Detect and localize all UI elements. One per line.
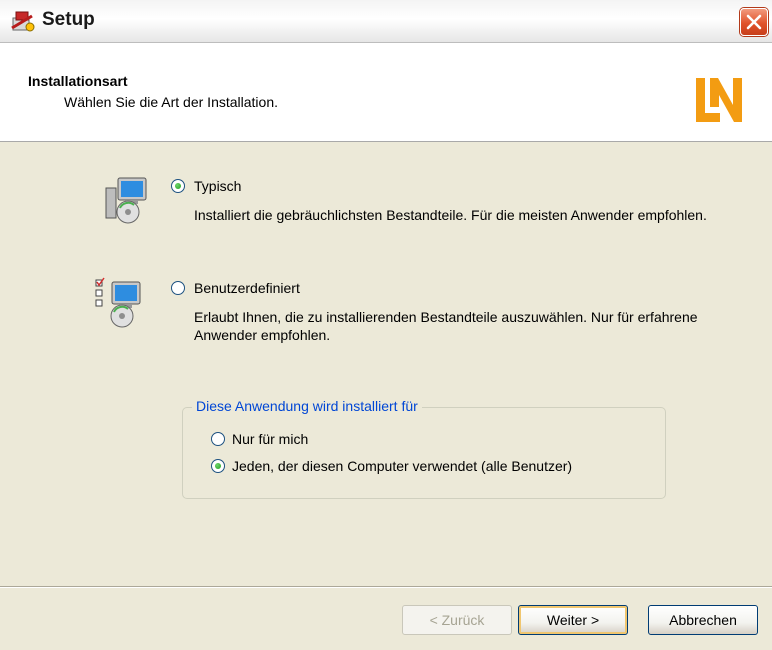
radio-selected-dot [175,183,181,189]
only-me-radio[interactable] [211,432,225,446]
dialog-header: Installationsart Wählen Sie die Art der … [0,43,772,142]
install-for-groupbox [182,407,666,499]
bottom-separator [0,586,772,588]
page-subtitle: Wählen Sie die Art der Installation. [64,94,279,110]
all-users-label[interactable]: Jeden, der diesen Computer verwendet (al… [232,457,572,475]
back-button[interactable]: < Zurück [402,605,512,635]
next-button[interactable]: Weiter > [518,605,628,635]
radio-selected-dot [215,463,221,469]
only-me-label[interactable]: Nur für mich [232,430,308,448]
custom-label[interactable]: Benutzerdefiniert [194,279,300,297]
cancel-button[interactable]: Abbrechen [648,605,758,635]
typical-description: Installiert die gebräuchlichsten Bestand… [194,207,707,223]
setup-app-icon [11,11,35,32]
close-icon [746,14,762,30]
close-button[interactable] [740,8,768,36]
window-title: Setup [42,9,95,30]
install-for-legend: Diese Anwendung wird installiert für [192,398,422,414]
custom-description: Erlaubt Ihnen, die zu installierenden Be… [194,309,698,343]
page-title: Installationsart [28,73,128,89]
typical-label[interactable]: Typisch [194,177,241,195]
custom-install-icon [95,277,141,328]
ln-logo [696,78,742,122]
custom-radio[interactable] [171,281,185,295]
all-users-radio[interactable] [211,459,225,473]
title-bar: Setup [0,0,772,43]
typical-radio[interactable] [171,179,185,193]
typical-install-icon [105,177,147,224]
